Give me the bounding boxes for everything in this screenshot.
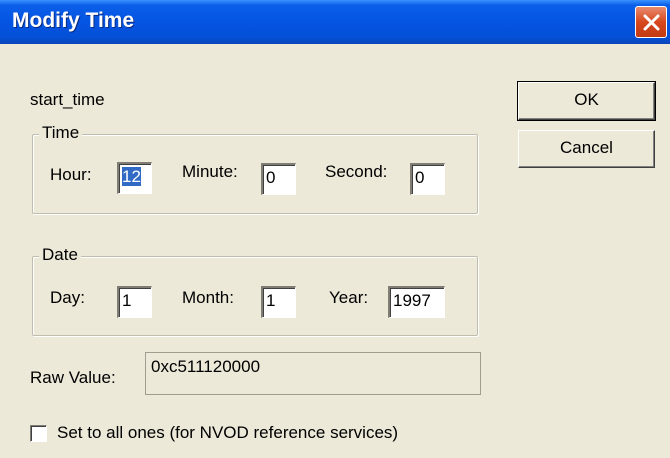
cancel-button[interactable]: Cancel xyxy=(518,130,655,168)
ok-button-label: OK xyxy=(574,90,599,109)
day-value: 1 xyxy=(122,291,132,310)
all-ones-checkbox[interactable] xyxy=(30,425,47,442)
cancel-button-label: Cancel xyxy=(560,138,613,157)
all-ones-label[interactable]: Set to all ones (for NVOD reference serv… xyxy=(57,423,398,443)
field-name-label: start_time xyxy=(30,90,105,109)
month-input[interactable]: 1 xyxy=(261,286,296,318)
minute-label: Minute: xyxy=(182,162,238,181)
raw-value-label: Raw Value: xyxy=(30,368,116,387)
raw-value-text: 0xc511120000 xyxy=(151,357,261,376)
day-label: Day: xyxy=(50,288,85,307)
year-value: 1997 xyxy=(393,291,431,310)
date-group-legend: Date xyxy=(39,245,81,265)
month-label: Month: xyxy=(182,288,234,307)
second-value: 0 xyxy=(415,168,425,187)
close-button[interactable] xyxy=(635,6,667,38)
hour-input[interactable]: 12 xyxy=(117,162,152,194)
ok-button[interactable]: OK xyxy=(517,81,656,121)
year-label: Year: xyxy=(329,288,369,307)
hour-value: 12 xyxy=(122,167,141,186)
second-label: Second: xyxy=(325,162,388,181)
title-bar[interactable]: Modify Time xyxy=(0,0,670,44)
minute-input[interactable]: 0 xyxy=(261,163,296,195)
close-icon xyxy=(643,14,660,31)
window-title: Modify Time xyxy=(12,9,135,32)
hour-label: Hour: xyxy=(50,165,92,184)
raw-value-field: 0xc511120000 xyxy=(145,352,481,395)
day-input[interactable]: 1 xyxy=(117,286,152,318)
minute-value: 0 xyxy=(266,168,276,187)
time-group-legend: Time xyxy=(39,123,83,143)
second-input[interactable]: 0 xyxy=(410,163,445,195)
month-value: 1 xyxy=(266,291,276,310)
year-input[interactable]: 1997 xyxy=(388,286,445,318)
